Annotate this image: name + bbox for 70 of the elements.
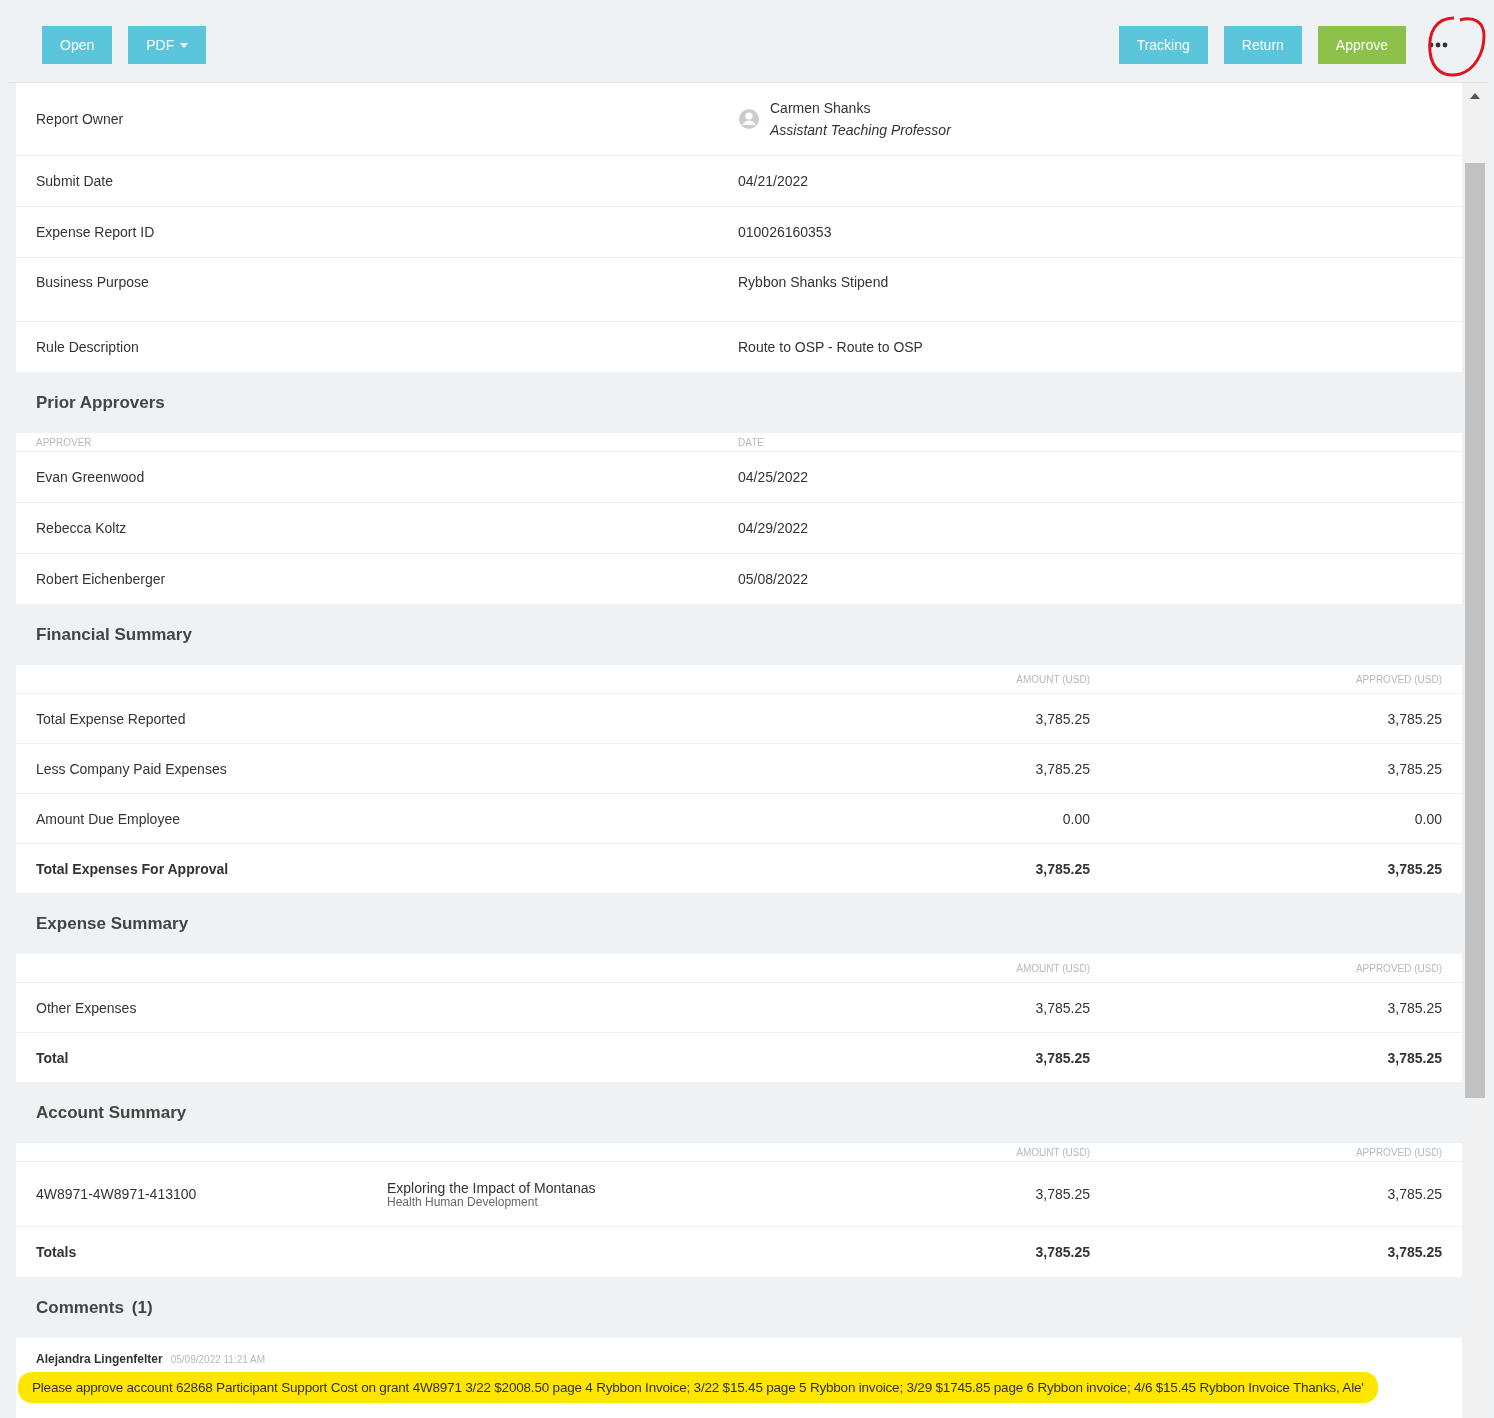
row-label: Less Company Paid Expenses [36,760,228,777]
field-label: Report Owner [36,111,125,127]
approval-date: 05/08/2022 [738,571,810,587]
action-button[interactable]: PDF [128,26,207,64]
amount-cell-text: 3,785.25 [1034,1049,1090,1066]
amount-cell-text: 3,785.25 [1034,710,1090,727]
approval-date: 04/29/2022 [738,520,810,536]
amount-cell-text: 3,785.25 [1386,860,1442,877]
owner-title: Assistant Teaching Professor [770,122,951,138]
approval-date: 04/25/2022 [738,469,810,485]
amount-cell-text: 3,785.25 [1386,760,1442,777]
amount-cell-text: 3,785.25 [1386,999,1442,1016]
amount-cell-text: 3,785.25 [1034,999,1090,1016]
action-button[interactable]: Return [1223,26,1302,64]
field-label: Business Purpose [36,274,150,290]
amount-cell-text: 3,785.25 [1386,1186,1442,1202]
comment-count: (1) [131,1298,153,1318]
amount-cell-text: 3,785.25 [1386,710,1442,727]
comment-author: Alejandra Lingenfelter [36,1352,163,1366]
amount-cell-text: 0.00 [1413,810,1442,827]
action-button[interactable]: Tracking [1118,26,1208,64]
column-header: APPROVED (USD) [1354,673,1442,685]
amount-cell-text: 3,785.25 [1034,860,1090,877]
amount-cell-text: 3,785.25 [1386,1244,1442,1260]
more-icon [1428,42,1448,48]
owner-name: Carmen Shanks [770,100,872,116]
amount-cell-text: 3,785.25 [1034,760,1090,777]
scrollbar-thumb[interactable] [1465,163,1485,1098]
row-label: Totals [36,1244,78,1260]
field-label: Submit Date [36,173,115,189]
row-label: Amount Due Employee [36,810,181,827]
column-header: APPROVED (USD) [1354,1146,1442,1158]
row-label: Total [36,1049,70,1066]
section-header: Account Summary [16,1083,1462,1143]
amount-cell-text: 3,785.25 [1034,1244,1090,1260]
action-button[interactable]: Open [42,26,113,64]
column-header: AMOUNT (USD) [1015,673,1090,685]
caret-icon [180,42,189,48]
account-number: 4W8971-4W8971-413100 [36,1186,198,1202]
column-header: APPROVED (USD) [1354,962,1442,974]
amount-cell-text: 3,785.25 [1034,1186,1090,1202]
user-icon [738,108,760,130]
scroll-up-icon[interactable] [1470,93,1480,99]
column-header: APPROVER [36,436,93,448]
column-header: DATE [738,436,765,448]
row-label: Total Expense Reported [36,710,187,727]
field-value: Rybbon Shanks Stipend [738,274,890,290]
account-description: Exploring the Impact of Montanas [387,1180,597,1196]
department-name: Health Human Development [387,1196,539,1208]
approver-name: Robert Eichenberger [36,571,167,587]
field-label: Expense Report ID [36,224,156,240]
field-value: Route to OSP - Route to OSP [738,339,924,355]
approve-button[interactable]: Approve [1317,26,1406,64]
section-header: Financial Summary [16,605,1462,665]
column-header: AMOUNT (USD) [1015,962,1090,974]
field-value: 010026160353 [738,224,833,240]
comment-timestamp: 05/09/2022 11:21 AM [170,1354,266,1365]
row-label: Total Expenses For Approval [36,860,230,877]
column-header: AMOUNT (USD) [1015,1146,1090,1158]
field-value: 04/21/2022 [738,173,810,189]
amount-cell-text: 3,785.25 [1386,1049,1442,1066]
highlighted-comment-text: Please approve account 62868 Participant Support Cost on grant 4W8971 3/22 $2008.50 page 4 Rybbon Invoice; 3/22 $15.45 page 5 Rybbon invoice; 3/29 $1745.85 page 6 Rybbon invoice; 4/6 $15.45 Rybbon Invoice Thanks, Ale' [18,1372,1378,1403]
section-header: Expense Summary [16,894,1462,954]
approver-name: Rebecca Koltz [36,520,128,536]
section-title: Comments [36,1298,124,1318]
field-label: Rule Description [36,339,140,355]
row-label: Other Expenses [36,999,138,1016]
section-header: Prior Approvers [16,373,1462,433]
amount-cell-text: 0.00 [1061,810,1090,827]
approver-name: Evan Greenwood [36,469,146,485]
